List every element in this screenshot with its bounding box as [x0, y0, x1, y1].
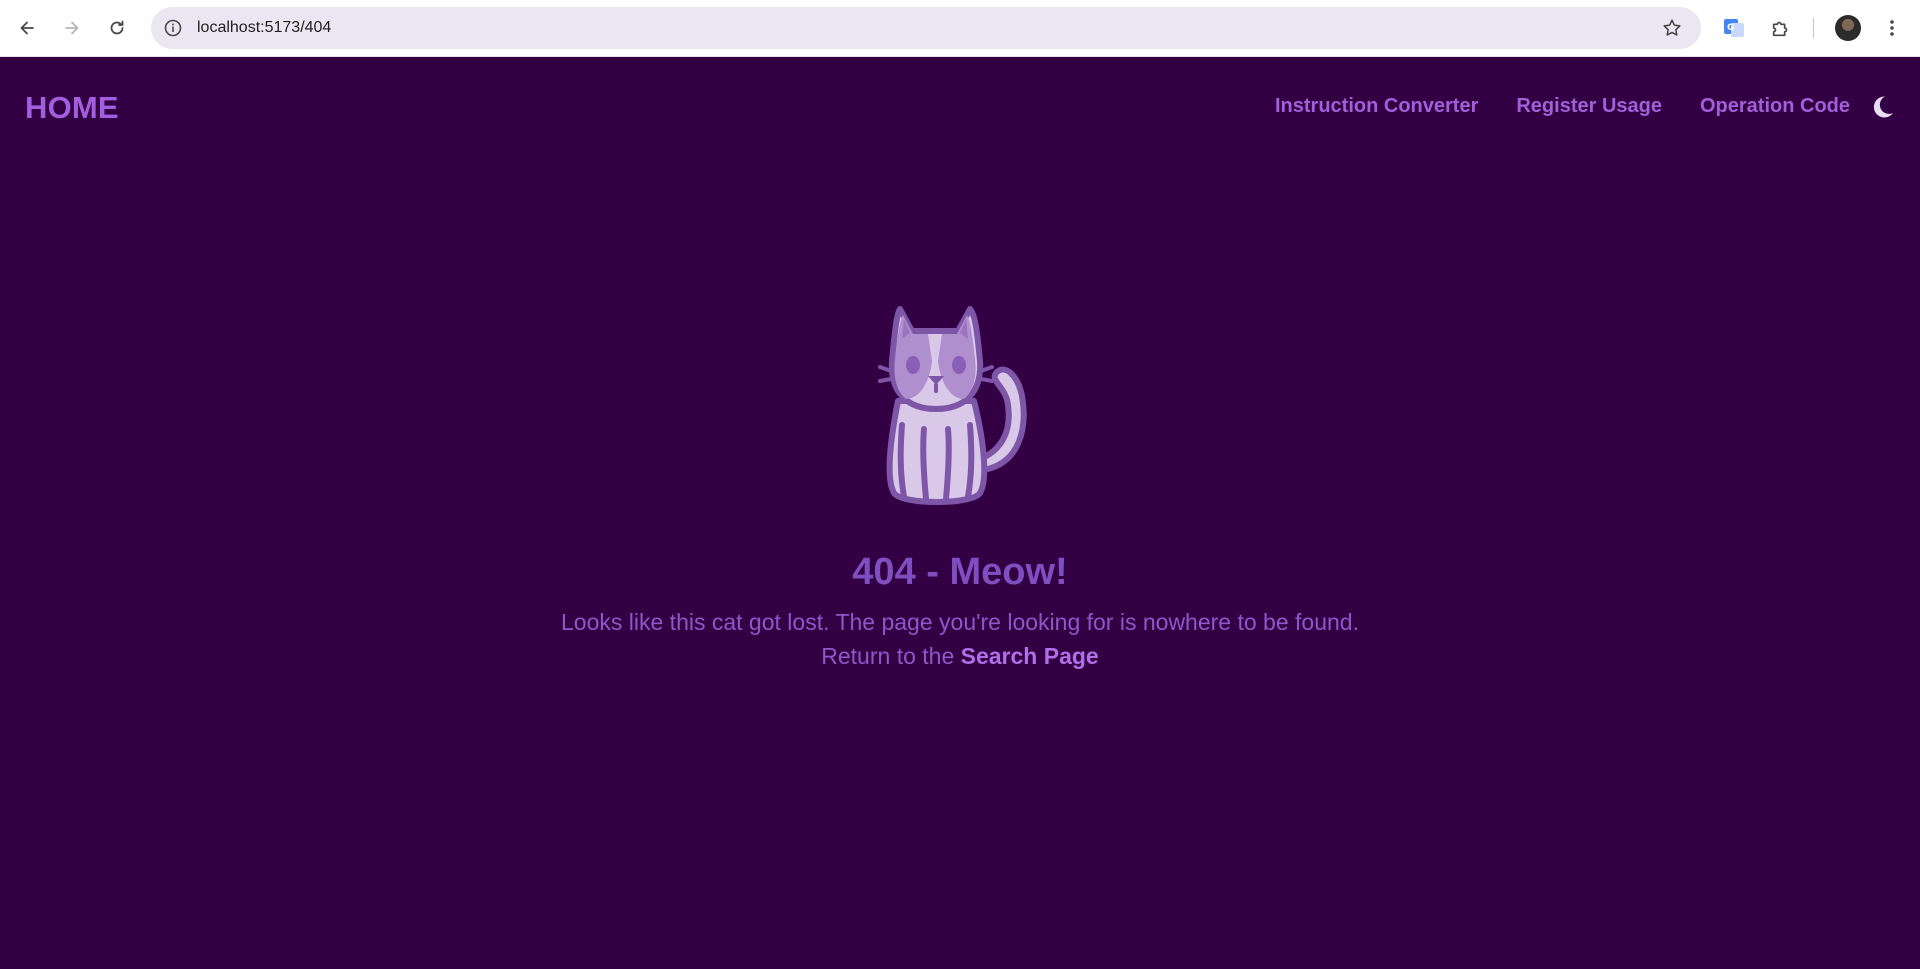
reload-icon	[110, 20, 124, 35]
url-text[interactable]: localhost:5173/404	[197, 7, 331, 49]
reload-button[interactable]	[103, 14, 131, 42]
browser-menu-button[interactable]	[1878, 14, 1906, 42]
more-vertical-icon	[1890, 20, 1894, 36]
top-nav: Instruction Converter Register Usage Ope…	[1275, 95, 1850, 118]
arrow-right-icon	[65, 21, 79, 35]
forward-button[interactable]	[58, 14, 86, 42]
address-bar[interactable]: localhost:5173/404	[151, 7, 1701, 49]
bookmark-star-icon[interactable]	[1661, 17, 1683, 39]
return-prefix: Return to the	[821, 643, 955, 669]
arrow-left-icon	[20, 21, 34, 35]
error-title: 404 - Meow!	[852, 551, 1068, 593]
translate-extension-button[interactable]: G	[1720, 14, 1748, 42]
profile-avatar[interactable]	[1835, 15, 1861, 41]
puzzle-icon	[1772, 21, 1788, 37]
cat-icon	[878, 306, 1027, 505]
extensions-button[interactable]	[1767, 14, 1795, 42]
svg-text:G: G	[1727, 23, 1734, 33]
site-info-icon[interactable]	[163, 18, 183, 38]
nav-register-usage[interactable]: Register Usage	[1516, 95, 1662, 118]
back-button[interactable]	[13, 14, 41, 42]
return-line: Return to the Search Page	[0, 643, 1920, 670]
moon-icon[interactable]	[1868, 93, 1896, 121]
translate-icon: G	[1724, 19, 1744, 37]
error-message: Looks like this cat got lost. The page y…	[561, 609, 1359, 635]
browser-toolbar: localhost:5173/404 G	[0, 0, 1920, 57]
home-link[interactable]: HOME	[25, 90, 119, 126]
nav-instruction-converter[interactable]: Instruction Converter	[1275, 95, 1478, 118]
nav-operation-code[interactable]: Operation Code	[1700, 95, 1850, 118]
app-page: HOME Instruction Converter Register Usag…	[0, 57, 1920, 969]
toolbar-divider	[1813, 18, 1814, 38]
search-page-link[interactable]: Search Page	[961, 643, 1099, 669]
